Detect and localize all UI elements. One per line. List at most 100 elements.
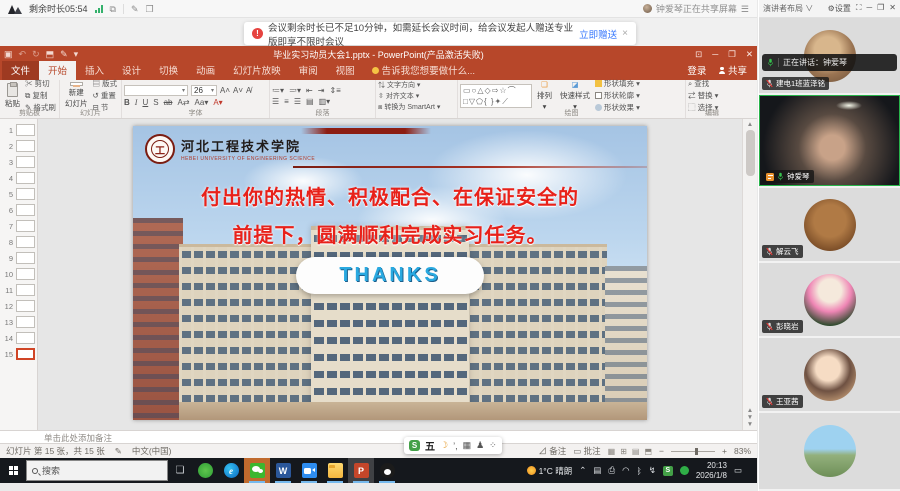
ime-skin-icon[interactable]: ♟ (476, 440, 484, 451)
taskbar-app-edge[interactable]: e (218, 458, 244, 483)
ribbon-tab-设计[interactable]: 设计 (113, 61, 150, 80)
tell-me-box[interactable]: 告诉我您想要做什么... (364, 61, 483, 80)
taskbar-app-tencent-meeting[interactable] (296, 458, 322, 483)
align-center-icon[interactable]: ≡ (284, 97, 289, 106)
slide-thumbnail-15[interactable]: 15 (0, 346, 37, 362)
share-button[interactable]: 共享 (718, 63, 747, 77)
previous-slide-icon[interactable]: ▲ (747, 407, 753, 414)
layout-switcher[interactable]: 演讲者布局 ∨ (763, 3, 813, 14)
minimize-icon[interactable]: ─ (712, 49, 718, 60)
slide-thumbnail-14[interactable]: 14 (0, 330, 37, 346)
reading-view-icon[interactable]: ▤ (632, 447, 640, 456)
smartart-button[interactable]: ⧈ 转换为 SmartArt ▾ (378, 102, 440, 112)
slide-thumbnail-2[interactable]: 2 (0, 138, 37, 154)
justify-icon[interactable]: ▤ (306, 97, 314, 106)
shapes-gallery[interactable]: ▭○△◇⇨☆⌒□▽⬠{ }✦⟋ (460, 84, 532, 108)
taskbar-app-file-explorer[interactable] (322, 458, 348, 483)
participant-tile-解云飞[interactable]: 解云飞 (759, 188, 900, 263)
language-status[interactable]: 中文(中国) (132, 445, 172, 457)
align-text-button[interactable]: ⇳ 对齐文本 ▾ (378, 91, 440, 101)
annotation-icon[interactable]: ✎ (131, 0, 139, 18)
quick-styles-button[interactable]: ◪ 快速样式▾ (557, 82, 593, 109)
settings-button[interactable]: ⚙设置 (828, 3, 851, 14)
text-shadow-icon[interactable]: S (153, 98, 158, 107)
hidden-icons-chevron[interactable]: ⌃ (579, 465, 586, 476)
font-color-icon[interactable]: A▾ (213, 98, 222, 107)
shape-outline-button[interactable]: 形状轮廓 ▾ (595, 90, 640, 101)
panel-restore-icon[interactable]: ❐ (877, 3, 884, 14)
mic-tray-icon[interactable]: ⎙ (608, 465, 615, 476)
start-button[interactable] (0, 458, 26, 483)
arrange-button[interactable]: ❏ 排列▾ (534, 82, 555, 109)
vertical-scrollbar[interactable]: ▲ ▲ ▼ ▼ (742, 119, 757, 430)
normal-view-icon[interactable]: ▦ (608, 447, 616, 456)
new-slide-button[interactable]: 新建 幻灯片 (62, 82, 91, 109)
copy-button[interactable]: ⧉ 复制 (25, 90, 56, 101)
zoom-slider-thumb[interactable] (695, 448, 698, 455)
columns-icon[interactable]: ▥▾ (319, 97, 331, 106)
shrink-font-icon[interactable]: A˅ (233, 86, 243, 95)
shape-fill-button[interactable]: 形状填充 ▾ (595, 78, 640, 89)
numbering-icon[interactable]: ≕▾ (289, 86, 301, 95)
scroll-up-icon[interactable]: ▲ (747, 121, 753, 128)
ribbon-tab-幻灯片放映[interactable]: 幻灯片放映 (224, 61, 290, 80)
italic-icon[interactable]: I (135, 98, 138, 107)
panel-close-icon[interactable]: ✕ (889, 3, 896, 14)
windows-icon[interactable]: ❐ (146, 0, 154, 18)
slide-thumbnail-8[interactable]: 8 (0, 234, 37, 250)
clipboard-tray-icon[interactable]: ▤ (593, 465, 601, 476)
taskbar-app-360-browser[interactable] (192, 458, 218, 483)
save-icon[interactable]: ▣ (4, 49, 13, 60)
participant-tile-钟爱琴[interactable]: 钟爱琴 (759, 95, 900, 188)
bluetooth-tray-icon[interactable]: ᛒ (637, 466, 642, 476)
bullets-icon[interactable]: ≔▾ (272, 86, 284, 95)
participant-tile-王亚茜[interactable]: 王亚茜 (759, 338, 900, 413)
slide-thumbnail-7[interactable]: 7 (0, 218, 37, 234)
sogou-logo-icon[interactable]: S (409, 440, 420, 451)
punctuation-icon[interactable]: ’, (453, 441, 458, 451)
replace-button[interactable]: ⇄ 替换 ▾ (688, 90, 718, 101)
restore-icon[interactable]: ❐ (728, 49, 736, 60)
taskbar-app-qq[interactable] (374, 458, 400, 483)
line-spacing-icon[interactable]: ⇕≡ (329, 86, 340, 95)
comments-toggle[interactable]: ▭ 批注 (573, 445, 600, 457)
slide-thumbnail-11[interactable]: 11 (0, 282, 37, 298)
night-mode-icon[interactable]: ☽ (440, 440, 448, 451)
strikethrough-icon[interactable]: ab (164, 98, 173, 107)
ribbon-tab-切换[interactable]: 切换 (150, 61, 187, 80)
align-left-icon[interactable]: ☰ (272, 97, 279, 106)
ribbon-tab-审阅[interactable]: 审阅 (290, 61, 327, 80)
banner-upgrade-link[interactable]: 立即赠送 (579, 27, 617, 41)
slide-thumbnail-3[interactable]: 3 (0, 154, 37, 170)
clear-formatting-icon[interactable]: A̸ (246, 86, 251, 95)
soft-keyboard-icon[interactable]: ▦ (463, 440, 472, 451)
undo-icon[interactable]: ↶ (19, 49, 27, 60)
taskbar-search-input[interactable]: 搜索 (26, 460, 168, 481)
zoom-level[interactable]: 83% (734, 446, 751, 456)
panel-minimize-icon[interactable]: ─ (866, 3, 872, 14)
taskbar-app-powerpoint[interactable]: P (348, 458, 374, 483)
fullscreen-icon[interactable]: ⛶ (856, 3, 862, 14)
task-view-button[interactable]: ❏ (168, 458, 192, 483)
taskbar-app-word[interactable]: W (270, 458, 296, 483)
slide-thumbnail-13[interactable]: 13 (0, 314, 37, 330)
slide-thumbnail-4[interactable]: 4 (0, 170, 37, 186)
increase-indent-icon[interactable]: ⇥ (318, 86, 325, 95)
ribbon-tab-视图[interactable]: 视图 (327, 61, 364, 80)
spellcheck-icon[interactable]: ✎ (115, 446, 122, 457)
zoom-in-icon[interactable]: + (722, 446, 727, 456)
action-center-icon[interactable]: ▭ (734, 465, 742, 476)
taskbar-app-wechat[interactable] (244, 458, 270, 483)
change-case-icon[interactable]: Aa▾ (195, 98, 209, 107)
slide-sorter-icon[interactable]: ⊞ (620, 447, 627, 456)
wechat-tray-icon[interactable] (680, 466, 689, 475)
notes-pane[interactable]: 单击此处添加备注 (0, 430, 757, 443)
scroll-down-icon[interactable]: ▼ (747, 421, 753, 428)
weather-widget[interactable]: 1°C 晴朗 (527, 465, 573, 477)
ime-mode-wubi[interactable]: 五 (425, 438, 435, 453)
find-button[interactable]: ⌕ 查找 (688, 78, 718, 89)
slide-thumbnail-12[interactable]: 12 (0, 298, 37, 314)
slide-canvas[interactable]: 工 河北工程技术学院 HEBEI UNIVERSITY OF ENGINEERI… (133, 126, 647, 420)
cut-button[interactable]: ✂ 剪切 (25, 78, 56, 89)
slideshow-icon[interactable]: ⬒ (644, 447, 652, 456)
